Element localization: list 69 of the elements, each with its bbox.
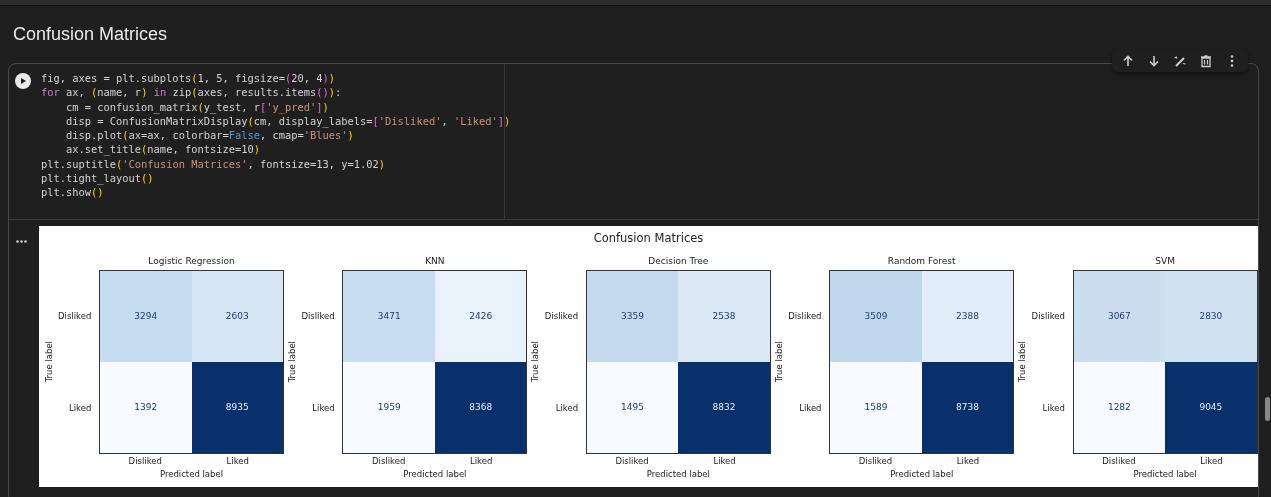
matrix-cell: 2388 <box>921 271 1014 362</box>
matrix-cell: 3067 <box>1073 271 1166 362</box>
more-icon[interactable] <box>16 240 27 243</box>
chart-title: Decision Tree <box>647 254 710 268</box>
code-line: plt.suptitle('Confusion Matrices', fontsize=13, y=1.02) <box>41 156 387 172</box>
code-line: cm = confusion_matrix(y_test, r['y_pred']) <box>65 99 330 114</box>
tick-label: Liked <box>68 401 93 415</box>
axis-label: Predicted label <box>159 468 224 480</box>
code-line: ax.set_title(name, fontsize=10) <box>65 142 261 157</box>
matrix-cell: 8368 <box>434 362 527 453</box>
matrix-cell: 3471 <box>343 271 435 362</box>
tick-label: Disliked <box>544 309 580 323</box>
matrix-cell: 2538 <box>678 271 770 362</box>
code-line: fig, axes = plt.subplots(1, 5, figsize=(20, 4)) <box>41 71 337 86</box>
axis-label: True label <box>529 341 542 383</box>
chart-title: KNN <box>424 254 446 268</box>
tick-label: Disliked <box>301 309 336 323</box>
tick-label: Liked <box>1200 455 1223 468</box>
matrix-cell: 8935 <box>191 362 283 453</box>
matrix-cell: 8738 <box>921 362 1014 453</box>
tick-label: Liked <box>713 455 736 468</box>
tick-label: Disliked <box>58 309 93 323</box>
matrix-cell: 1959 <box>343 362 435 453</box>
matrix-cell: 1589 <box>830 362 922 453</box>
code-line: for ax, (name, r) in zip(axes, results.items()): <box>41 85 343 100</box>
tick-label: Liked <box>956 455 980 468</box>
axis-label: True label <box>286 341 299 383</box>
chart-title: SVM <box>1154 254 1176 268</box>
matrix-cell: 2603 <box>191 271 283 362</box>
axis-label: True label <box>42 341 55 383</box>
tick-label: Disliked <box>128 455 162 468</box>
axis-label: Predicted label <box>890 468 954 480</box>
axis-label: Predicted label <box>1133 468 1197 480</box>
matrix-cell: 3359 <box>586 271 679 362</box>
tick-label: Disliked <box>615 455 649 468</box>
axis-label: True label <box>772 341 785 383</box>
axis-label: True label <box>1016 341 1029 383</box>
matrix-cell: 2830 <box>1165 271 1257 362</box>
axis-label: Predicted label <box>646 468 710 480</box>
axis-label: Predicted label <box>403 468 467 480</box>
matrix-cell: 1495 <box>586 362 679 453</box>
tick-label: Disliked <box>372 455 406 468</box>
code-line: plt.tight_layout() <box>41 171 155 186</box>
code-line: plt.show() <box>41 185 105 200</box>
tick-label: Liked <box>799 401 823 415</box>
tick-label: Liked <box>312 401 336 415</box>
matrix-cell: 1282 <box>1073 362 1166 453</box>
chart-title: Logistic Regression <box>147 254 236 268</box>
scrollbar-thumb[interactable] <box>1265 397 1270 421</box>
tick-label: Disliked <box>1102 455 1136 468</box>
tick-label: Liked <box>226 455 249 468</box>
matrix-cell: 1392 <box>100 362 192 453</box>
chart-title: Random Forest <box>886 254 957 268</box>
tick-label: Liked <box>555 401 580 415</box>
matrix-cell: 2426 <box>434 271 527 362</box>
matrix-cell: 3294 <box>100 271 192 362</box>
tick-label: Disliked <box>858 455 893 468</box>
play-icon <box>19 77 27 85</box>
tick-label: Liked <box>470 455 493 468</box>
tick-label: Disliked <box>788 309 823 323</box>
matrix-cell: 8832 <box>678 362 770 453</box>
matrix-cell: 9045 <box>1165 362 1257 453</box>
code-line: disp.plot(ax=ax, colorbar=False, cmap='Blues') <box>65 128 355 143</box>
figure-title: Confusion Matrices <box>593 231 704 245</box>
run-button[interactable] <box>15 73 31 89</box>
tick-label: Liked <box>1042 401 1066 415</box>
matrix-cell: 3509 <box>830 271 922 362</box>
tick-label: Disliked <box>1031 309 1066 323</box>
section-heading: Confusion Matrices <box>13 24 168 44</box>
